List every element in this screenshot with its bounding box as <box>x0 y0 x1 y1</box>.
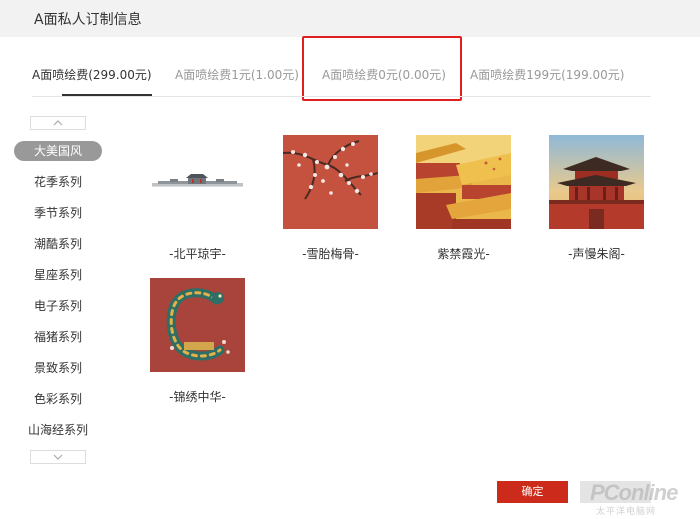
tab-0[interactable]: A面喷绘费0元(0.00元) <box>322 66 446 83</box>
design-caption: -声慢朱阁- <box>568 247 625 261</box>
pricing-tabs: A面喷绘费(299.00元) A面喷绘费1元(1.00元) A面喷绘费0元(0.… <box>32 58 651 97</box>
watermark-logo: PConline 太平洋电脑网 <box>590 480 694 517</box>
dragon-icon <box>150 278 245 372</box>
category-item-lucky-pig[interactable]: 福猪系列 <box>14 327 102 347</box>
design-caption: -北平琼宇- <box>169 247 226 261</box>
palace-roof-icon <box>416 135 511 229</box>
category-scroll-down-button[interactable] <box>30 450 86 464</box>
category-item-shanhaijing[interactable]: 山海经系列 <box>14 420 102 440</box>
design-caption: -雪胎梅骨- <box>302 247 359 261</box>
plum-blossom-icon <box>283 135 378 229</box>
category-item-flower[interactable]: 花季系列 <box>14 172 102 192</box>
tab-199[interactable]: A面喷绘费199元(199.00元) <box>470 66 624 83</box>
watermark-brand: PConline <box>590 480 678 505</box>
design-caption: -锦绣中华- <box>169 390 226 404</box>
tab-299[interactable]: A面喷绘费(299.00元) <box>32 66 152 83</box>
chevron-down-icon <box>53 454 63 460</box>
category-item-cool[interactable]: 潮酷系列 <box>14 234 102 254</box>
watermark-sub: 太平洋电脑网 <box>596 507 657 517</box>
category-item-season[interactable]: 季节系列 <box>14 203 102 223</box>
dialog-title: A面私人订制信息 <box>34 12 142 28</box>
category-item-zodiac[interactable]: 星座系列 <box>14 265 102 285</box>
dialog-header: A面私人订制信息 <box>0 0 700 37</box>
category-item-color[interactable]: 色彩系列 <box>14 389 102 409</box>
pavilion-icon <box>549 135 644 229</box>
category-item-guofeng[interactable]: 大美国风 <box>14 141 102 161</box>
category-scroll-up-button[interactable] <box>30 116 86 130</box>
category-item-scenery[interactable]: 景致系列 <box>14 358 102 378</box>
chevron-up-icon <box>53 120 63 126</box>
design-caption: 紫禁霞光- <box>437 247 490 261</box>
confirm-button[interactable]: 确定 <box>497 481 568 503</box>
category-item-electronic[interactable]: 电子系列 <box>14 296 102 316</box>
tab-1[interactable]: A面喷绘费1元(1.00元) <box>175 66 299 83</box>
active-tab-underline <box>62 94 152 96</box>
skyline-icon <box>150 135 245 229</box>
